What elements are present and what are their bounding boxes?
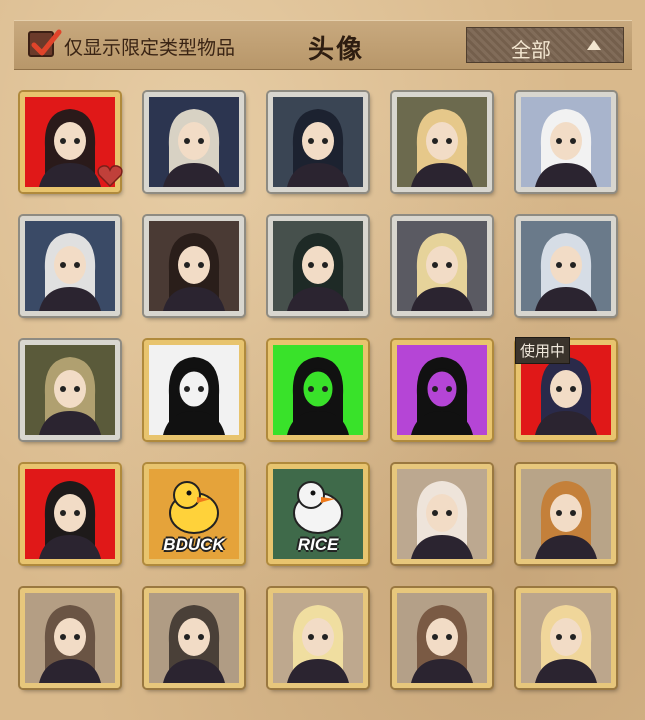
silhouette-joker-icon [149, 345, 239, 435]
portrait-white-hair-girl-icon [521, 97, 611, 187]
limited-only-label[interactable]: 仅显示限定类型物品 [64, 33, 235, 60]
avatar-item[interactable] [268, 92, 368, 192]
filter-bar: 仅显示限定类型物品 头像 全部 [14, 20, 632, 70]
avatar-caption: RICE [297, 535, 339, 554]
portrait-green-hair-ghost-icon [273, 221, 363, 311]
avatar-grid: 使用中 BDUCK RICE [20, 92, 630, 688]
avatar-item[interactable] [20, 340, 120, 440]
avatar-item[interactable] [392, 216, 492, 316]
avatar-item[interactable] [268, 216, 368, 316]
portrait-masked-pair-icon [25, 221, 115, 311]
heart-icon [97, 164, 123, 193]
checkmark-icon [31, 29, 62, 56]
avatar-caption: BDUCK [163, 535, 225, 554]
avatar-item[interactable] [20, 588, 120, 688]
page-title: 头像 [308, 34, 365, 64]
portrait-grey-curls-icon [521, 221, 611, 311]
avatar-item[interactable] [20, 464, 120, 564]
avatar-item[interactable] [144, 340, 244, 440]
portrait-clockwork-icon [25, 345, 115, 435]
portrait-diver-helmet-icon [25, 593, 115, 683]
portrait-witch-hat-woman-icon [25, 469, 115, 559]
avatar-item[interactable] [516, 92, 616, 192]
limited-only-checkbox[interactable] [28, 29, 62, 57]
avatar-item[interactable] [268, 588, 368, 688]
duck-bduck-icon: BDUCK [149, 469, 239, 559]
avatar-item[interactable] [516, 464, 616, 564]
dropdown-value: 全部 [511, 40, 551, 62]
portrait-braided-girl-icon [521, 469, 611, 559]
portrait-blindfold-blond-icon [397, 221, 487, 311]
avatar-item[interactable] [268, 340, 368, 440]
avatar-item[interactable] [392, 340, 492, 440]
avatar-item[interactable] [392, 464, 492, 564]
triangle-up-icon [587, 40, 601, 50]
avatar-item[interactable] [20, 92, 123, 193]
portrait-blond-twin-tails-icon [273, 593, 363, 683]
portrait-bearded-man-icon [149, 97, 239, 187]
duck-rice-icon: RICE [273, 469, 363, 559]
portrait-blond-girl-goggles-icon [521, 593, 611, 683]
portrait-red-flower-girl-icon [149, 221, 239, 311]
avatar-item[interactable] [392, 92, 492, 192]
portrait-goggles-hood-icon [149, 593, 239, 683]
portrait-pale-doll-icon [397, 469, 487, 559]
avatar-item[interactable] [144, 216, 244, 316]
avatar-item[interactable] [20, 216, 120, 316]
portrait-brown-hair-goggles-icon [397, 593, 487, 683]
portrait-plague-doctor-icon [273, 97, 363, 187]
in-use-badge: 使用中 [515, 337, 571, 364]
avatar-item[interactable]: BDUCK [144, 464, 244, 564]
portrait-blond-boy-glasses-icon [397, 97, 487, 187]
silhouette-girl-glasses-icon [273, 345, 363, 435]
category-dropdown[interactable]: 全部 [466, 27, 624, 63]
avatar-item[interactable] [516, 588, 616, 688]
avatar-item[interactable] [516, 216, 616, 316]
silhouette-hat-man-icon [397, 345, 487, 435]
avatar-item[interactable]: RICE [268, 464, 368, 564]
avatar-item[interactable] [144, 92, 244, 192]
avatar-item[interactable] [392, 588, 492, 688]
avatar-item[interactable] [144, 588, 244, 688]
avatar-item[interactable]: 使用中 [515, 337, 616, 440]
